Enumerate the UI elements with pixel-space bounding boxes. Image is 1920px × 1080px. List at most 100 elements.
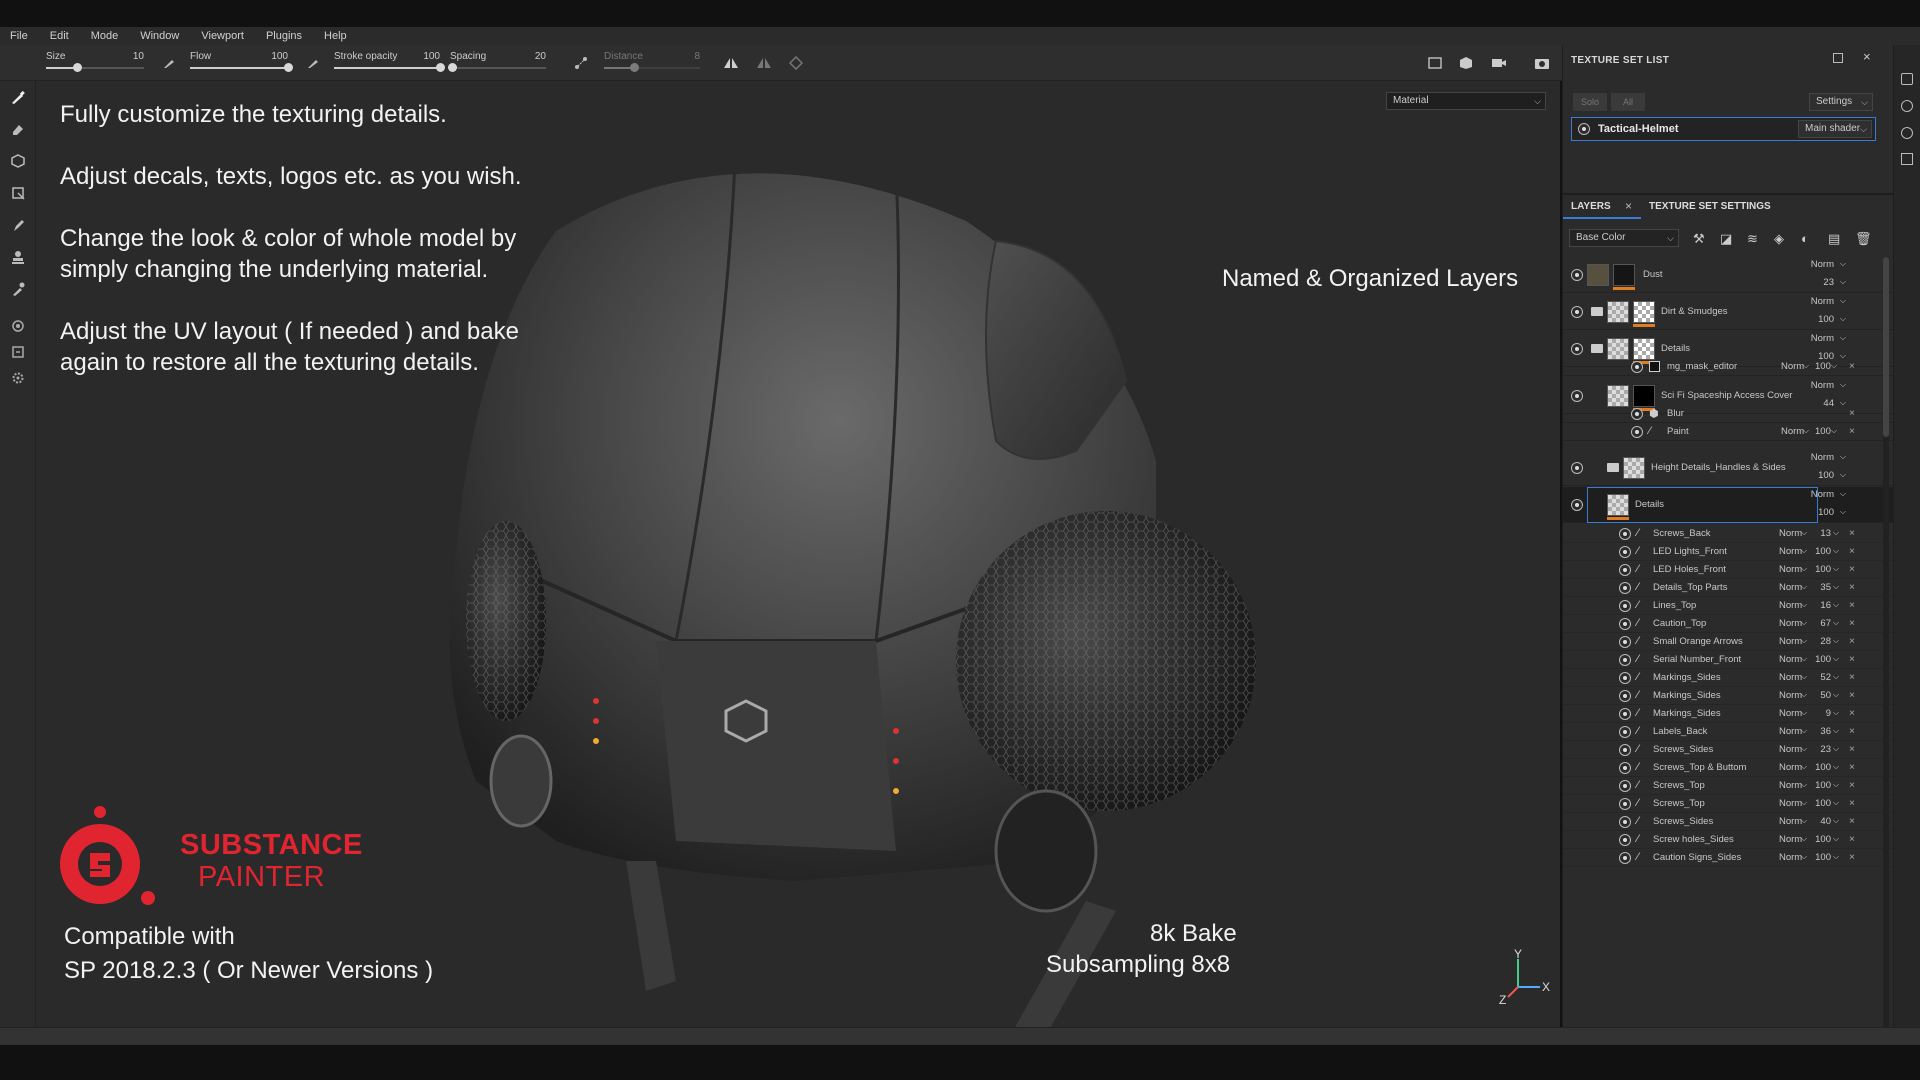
close-panel-icon[interactable]: × (1863, 49, 1871, 64)
polygon-fill-icon[interactable] (0, 177, 36, 209)
blend-mode-dropdown[interactable]: Norm (1779, 744, 1802, 755)
layer-visibility-icon[interactable] (1619, 654, 1631, 666)
layer-opacity-value[interactable]: 35 (1815, 582, 1831, 593)
menu-edit[interactable]: Edit (50, 30, 69, 42)
layer-visibility-icon[interactable] (1571, 390, 1583, 402)
close-tab-icon[interactable]: × (1625, 199, 1632, 213)
sublayer-row[interactable]: ⁄ Screws_Top Norm ⌵ 100 ⌵ × (1563, 795, 1894, 813)
menu-help[interactable]: Help (324, 30, 347, 42)
layer-opacity-value[interactable]: 100 (1815, 426, 1831, 437)
layer-opacity-value[interactable]: 100 (1818, 470, 1834, 481)
sublayer-row[interactable]: ⁄ Screws_Back Norm ⌵ 13 ⌵ × (1563, 525, 1894, 543)
size-slider[interactable]: Size 10 (46, 51, 144, 81)
flow-value[interactable]: 100 (271, 51, 288, 62)
visibility-eye-icon[interactable] (1578, 123, 1590, 135)
layer-visibility-icon[interactable] (1619, 672, 1631, 684)
layer-visibility-icon[interactable] (1631, 361, 1643, 373)
layer-opacity-value[interactable]: 100 (1815, 564, 1831, 575)
delete-layer-icon[interactable]: × (1849, 654, 1855, 665)
blend-mode-dropdown[interactable]: Norm (1779, 816, 1802, 827)
layer-opacity-value[interactable]: 100 (1815, 762, 1831, 773)
sublayer-row[interactable]: ⁄ Caution Signs_Sides Norm ⌵ 100 ⌵ × (1563, 849, 1894, 867)
spacing-slider[interactable]: Spacing 20 (447, 51, 546, 81)
blend-mode-dropdown[interactable]: Norm (1779, 672, 1802, 683)
layer-opacity-value[interactable]: 36 (1815, 726, 1831, 737)
layer-opacity-value[interactable]: 100 (1818, 314, 1834, 325)
sublayer-row[interactable]: ⁄ LED Lights_Front Norm ⌵ 100 ⌵ × (1563, 543, 1894, 561)
all-button[interactable]: All (1611, 93, 1645, 111)
delete-layer-icon[interactable]: × (1849, 708, 1855, 719)
texture-set-row[interactable]: Tactical-Helmet Main shader ⌵ (1571, 117, 1876, 141)
delete-layer-icon[interactable]: × (1849, 672, 1855, 683)
layer-opacity-value[interactable]: 100 (1815, 546, 1831, 557)
delete-layer-icon[interactable]: × (1849, 762, 1855, 773)
layer-opacity-value[interactable]: 9 (1815, 708, 1831, 719)
settings-dropdown[interactable]: Settings ⌵ (1809, 93, 1873, 111)
blend-mode-dropdown[interactable]: Norm (1779, 852, 1802, 863)
blend-mode-dropdown[interactable]: Norm (1779, 780, 1802, 791)
menu-mode[interactable]: Mode (91, 30, 119, 42)
delete-layer-icon[interactable]: × (1849, 636, 1855, 647)
layer-opacity-value[interactable]: 100 (1815, 834, 1831, 845)
blend-mode-dropdown[interactable]: Norm (1779, 708, 1802, 719)
blend-mode-dropdown[interactable]: Norm (1779, 690, 1802, 701)
blend-mode-dropdown[interactable]: Norm (1811, 333, 1834, 344)
sublayer-row[interactable]: ⁄ Markings_Sides Norm ⌵ 9 ⌵ × (1563, 705, 1894, 723)
dock-log-icon[interactable] (1901, 153, 1913, 165)
layer-opacity-value[interactable]: 100 (1818, 507, 1834, 518)
layer-visibility-icon[interactable] (1619, 834, 1631, 846)
dock-texture-icon[interactable] (1901, 73, 1913, 85)
menu-file[interactable]: File (10, 30, 28, 42)
dock-shelf-icon[interactable] (1901, 100, 1913, 112)
stroke-opacity-handle[interactable] (436, 63, 445, 72)
layer-visibility-icon[interactable] (1619, 690, 1631, 702)
tab-texture-set-settings[interactable]: TEXTURE SET SETTINGS (1649, 195, 1799, 219)
delete-effect-icon[interactable]: × (1849, 361, 1855, 372)
delete-layer-icon[interactable]: × (1849, 528, 1855, 539)
layer-visibility-icon[interactable] (1571, 269, 1583, 281)
layer-visibility-icon[interactable] (1631, 408, 1643, 420)
layer-visibility-icon[interactable] (1619, 528, 1631, 540)
sublayer-row[interactable]: ⁄ Screws_Top Norm ⌵ 100 ⌵ × (1563, 777, 1894, 795)
blend-mode-dropdown[interactable]: Norm (1811, 380, 1834, 391)
delete-layer-icon[interactable]: × (1849, 744, 1855, 755)
add-fill-layer-icon[interactable]: ◈ (1774, 231, 1784, 247)
blend-mode-dropdown[interactable]: Norm (1779, 726, 1802, 737)
layer-visibility-icon[interactable] (1619, 762, 1631, 774)
layer-opacity-value[interactable]: 100 (1815, 780, 1831, 791)
delete-layer-icon[interactable]: × (1849, 852, 1855, 863)
layer-opacity-value[interactable]: 40 (1815, 816, 1831, 827)
blend-mode-dropdown[interactable]: Norm (1811, 296, 1834, 307)
blend-mode-dropdown[interactable]: Norm (1811, 452, 1834, 463)
add-effect-icon[interactable]: ⚒ (1693, 231, 1705, 247)
menu-plugins[interactable]: Plugins (266, 30, 302, 42)
dock-history-icon[interactable] (1901, 127, 1913, 139)
pen-pressure-icon[interactable] (160, 55, 178, 71)
size-value[interactable]: 10 (133, 51, 144, 62)
layer-visibility-icon[interactable] (1619, 780, 1631, 792)
blend-mode-dropdown[interactable]: Norm (1779, 564, 1802, 575)
blend-mode-dropdown[interactable]: Norm (1779, 600, 1802, 611)
layer-opacity-value[interactable]: 67 (1815, 618, 1831, 629)
sublayer-row[interactable]: ⁄ Serial Number_Front Norm ⌵ 100 ⌵ × (1563, 651, 1894, 669)
layer-row[interactable]: Dirt & Smudges Norm ⌵ 100 ⌵ (1563, 294, 1894, 330)
smudge-icon[interactable] (0, 209, 36, 241)
layer-opacity-value[interactable]: 52 (1815, 672, 1831, 683)
delete-layer-icon[interactable]: × (1849, 618, 1855, 629)
layer-visibility-icon[interactable] (1619, 708, 1631, 720)
paint-brush-icon[interactable] (0, 81, 36, 113)
sublayer-row[interactable]: ⁄ Caution_Top Norm ⌵ 67 ⌵ × (1563, 615, 1894, 633)
layer-visibility-icon[interactable] (1619, 726, 1631, 738)
add-folder-icon[interactable]: ▤ (1828, 231, 1840, 247)
distance-slider[interactable]: Distance 8 (604, 51, 700, 81)
sublayer-row[interactable]: ⁄ Screw holes_Sides Norm ⌵ 100 ⌵ × (1563, 831, 1894, 849)
layer-opacity-value[interactable]: 13 (1815, 528, 1831, 539)
sublayer-row[interactable]: ⁄ Small Orange Arrows Norm ⌵ 28 ⌵ × (1563, 633, 1894, 651)
blend-mode-dropdown[interactable]: Norm (1781, 426, 1804, 437)
blend-mode-dropdown[interactable]: Norm (1779, 636, 1802, 647)
layer-visibility-icon[interactable] (1619, 852, 1631, 864)
channel-select[interactable]: Base Color ⌵ (1569, 229, 1679, 247)
eraser-icon[interactable] (0, 113, 36, 145)
layer-visibility-icon[interactable] (1571, 499, 1583, 511)
layer-opacity-value[interactable]: 100 (1815, 361, 1831, 372)
